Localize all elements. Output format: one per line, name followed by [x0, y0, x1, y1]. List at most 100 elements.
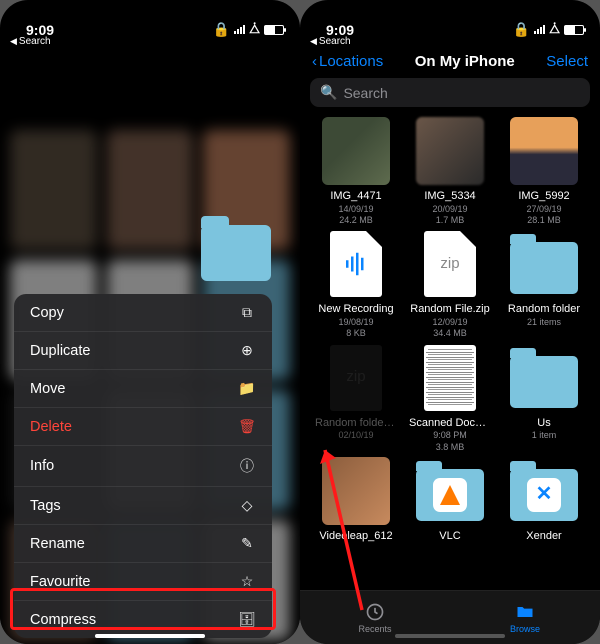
- menu-item-delete[interactable]: Delete🗑: [14, 408, 272, 446]
- video-thumbnail: [322, 457, 390, 525]
- back-label: Search: [319, 36, 351, 47]
- status-bar: 9:09 🔒 ⧊: [0, 0, 300, 38]
- menu-item-duplicate[interactable]: Duplicate ⊕: [14, 332, 272, 370]
- chevron-left-icon: ‹: [312, 53, 317, 70]
- file-meta: 3.8 MB: [436, 442, 465, 453]
- selected-folder[interactable]: [201, 225, 271, 281]
- menu-item-rename[interactable]: Rename✎: [14, 525, 272, 563]
- document-scan-icon: [416, 344, 484, 412]
- menu-item-label: Rename: [30, 536, 85, 552]
- file-meta: 20/09/19: [432, 204, 467, 215]
- file-meta: 14/09/19: [338, 204, 373, 215]
- compress-icon: 🗄: [238, 611, 256, 628]
- menu-item-move[interactable]: Move 📁: [14, 370, 272, 408]
- phone-left: 9:09 🔒 ⧊ ◀ Search Copy⧉ Duplicate ⊕ Move 📁 De…: [0, 0, 300, 644]
- file-item[interactable]: Scanned Document9:08 PM3.8 MB: [404, 344, 496, 453]
- menu-item-label: Move: [30, 381, 65, 397]
- cellular-icon: [534, 25, 545, 34]
- nav-title: On My iPhone: [415, 53, 515, 70]
- file-meta: 27/09/19: [526, 204, 561, 215]
- menu-item-copy[interactable]: Copy⧉: [14, 294, 272, 332]
- file-item[interactable]: Videoleap_612: [310, 457, 402, 544]
- wifi-icon: ⧊: [249, 22, 260, 37]
- vlc-folder-icon: [416, 457, 484, 525]
- file-meta: 21 items: [527, 317, 561, 328]
- menu-item-label: Tags: [30, 498, 61, 514]
- file-meta: 9:08 PM: [433, 430, 467, 441]
- photo-thumbnail: [416, 117, 484, 185]
- file-item[interactable]: Random folder21 items: [498, 230, 590, 339]
- menu-item-label: Duplicate: [30, 343, 90, 359]
- file-item[interactable]: New Recording19/08/198 KB: [310, 230, 402, 339]
- file-name: Random File.zip: [410, 303, 489, 317]
- nav-select-button[interactable]: Select: [546, 53, 588, 70]
- tab-label: Recents: [358, 624, 391, 634]
- search-icon: 🔍: [320, 84, 337, 101]
- status-bar: 9:09 🔒 ⧊: [300, 0, 600, 38]
- tab-label: Browse: [510, 624, 540, 634]
- file-meta: 1 item: [532, 430, 557, 441]
- file-item[interactable]: VLC: [404, 457, 496, 544]
- search-field[interactable]: 🔍 Search: [310, 78, 590, 107]
- orientation-lock-icon: 🔒: [213, 21, 230, 38]
- move-icon: 📁: [238, 380, 256, 397]
- battery-icon: [564, 25, 584, 35]
- photo-thumbnail: [322, 117, 390, 185]
- file-item[interactable]: IMG_599227/09/1928.1 MB: [498, 117, 590, 226]
- info-icon: ⓘ: [238, 456, 256, 476]
- nav-back-button[interactable]: ‹ Locations: [312, 53, 383, 70]
- nav-bar: ‹ Locations On My iPhone Select: [300, 47, 600, 74]
- menu-item-label: Delete: [30, 419, 72, 435]
- menu-item-label: Compress: [30, 612, 96, 628]
- home-indicator[interactable]: [395, 634, 505, 638]
- file-item[interactable]: IMG_533420/09/191.7 MB: [404, 117, 496, 226]
- clock-icon: [364, 602, 386, 622]
- file-name: Xender: [526, 530, 561, 544]
- favourite-icon: ☆: [238, 573, 256, 590]
- chevron-left-icon: ◀: [10, 36, 17, 47]
- file-meta: 34.4 MB: [433, 328, 467, 339]
- file-name: New Recording: [318, 303, 393, 317]
- file-item[interactable]: IMG_447114/09/1924.2 MB: [310, 117, 402, 226]
- phone-right: 9:09 🔒 ⧊ ◀ Search ‹ Locations On My iPho…: [300, 0, 600, 644]
- chevron-left-icon: ◀: [310, 36, 317, 47]
- folder-icon: [510, 230, 578, 298]
- menu-item-label: Favourite: [30, 574, 90, 590]
- file-name: Random folder.zip: [315, 417, 397, 431]
- duplicate-icon: ⊕: [238, 342, 256, 359]
- folder-icon: [510, 344, 578, 412]
- zip-file-icon: zip: [322, 344, 390, 412]
- tags-icon: ◇: [238, 497, 256, 514]
- file-item[interactable]: zip Random folder.zip02/10/19: [310, 344, 402, 453]
- file-name: Random folder: [508, 303, 580, 317]
- menu-item-info[interactable]: Info ⓘ: [14, 446, 272, 487]
- file-item[interactable]: zipRandom File.zip12/09/1934.4 MB: [404, 230, 496, 339]
- file-meta: 1.7 MB: [436, 215, 465, 226]
- folder-icon: [514, 602, 536, 622]
- file-meta: 12/09/19: [432, 317, 467, 328]
- file-grid: IMG_447114/09/1924.2 MBIMG_533420/09/191…: [300, 115, 600, 544]
- menu-item-compress[interactable]: Compress 🗄: [14, 601, 272, 638]
- menu-item-favourite[interactable]: Favourite ☆: [14, 563, 272, 601]
- file-meta: 28.1 MB: [527, 215, 561, 226]
- file-item[interactable]: ✕ Xender: [498, 457, 590, 544]
- battery-icon: [264, 25, 284, 35]
- menu-item-tags[interactable]: Tags ◇: [14, 487, 272, 525]
- home-indicator[interactable]: [95, 634, 205, 638]
- audio-file-icon: [322, 230, 390, 298]
- status-indicators: 🔒 ⧊: [213, 21, 284, 38]
- cellular-icon: [234, 25, 245, 34]
- file-name: Videoleap_612: [319, 530, 392, 544]
- file-meta: 02/10/19: [338, 430, 373, 441]
- nav-back-label: Locations: [319, 53, 383, 70]
- file-name: Scanned Document: [409, 417, 491, 431]
- search-placeholder: Search: [343, 85, 387, 101]
- file-name: IMG_4471: [330, 190, 381, 204]
- orientation-lock-icon: 🔒: [513, 21, 530, 38]
- menu-item-label: Info: [30, 458, 54, 474]
- back-label: Search: [19, 36, 51, 47]
- file-item[interactable]: Us1 item: [498, 344, 590, 453]
- xender-folder-icon: ✕: [510, 457, 578, 525]
- file-name: VLC: [439, 530, 460, 544]
- context-menu: Copy⧉ Duplicate ⊕ Move 📁 Delete🗑 Info ⓘ Tags ◇ Ren…: [14, 294, 272, 638]
